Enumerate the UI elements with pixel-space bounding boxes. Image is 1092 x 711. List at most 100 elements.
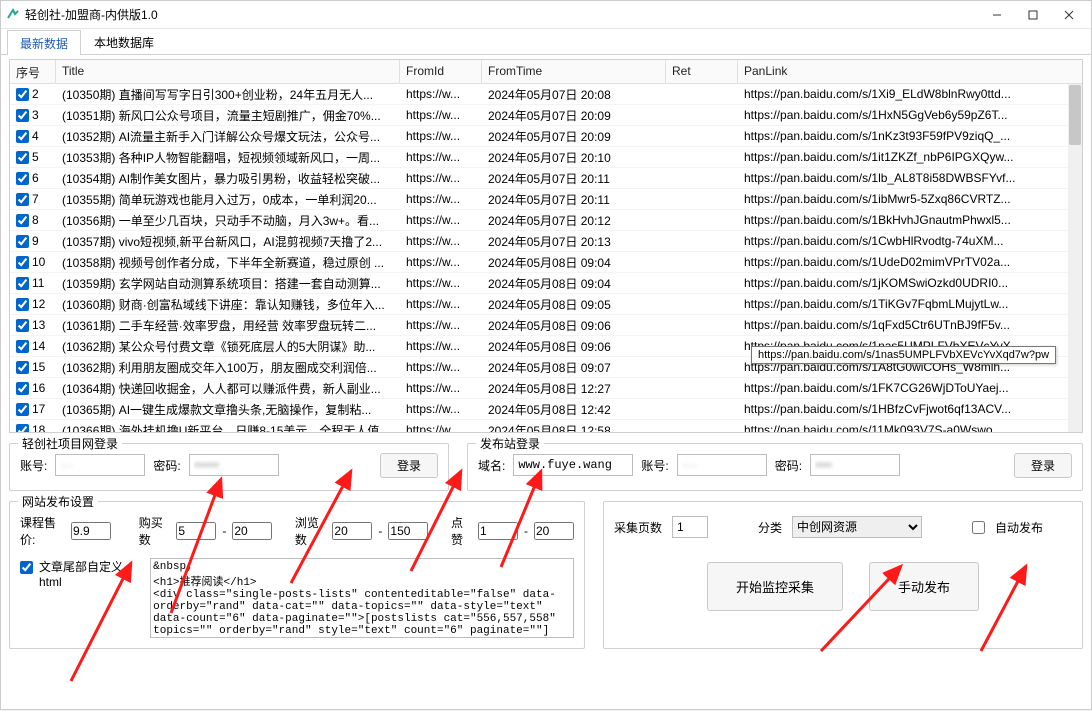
cell-title: (10366期) 海外挂机撸U新平台，日赚8-15美元，全程无人值... [56, 421, 400, 434]
input-password[interactable] [810, 454, 900, 476]
cell-panlink: https://pan.baidu.com/s/1HBfzCvFjwot6qf1… [738, 401, 1082, 417]
cell-fromid: https://w... [400, 296, 482, 312]
cell-fromtime: 2024年05月08日 12:27 [482, 379, 666, 398]
row-index: 7 [32, 192, 39, 206]
start-monitor-button[interactable]: 开始监控采集 [707, 562, 843, 611]
label-buy: 购买数 [139, 514, 171, 548]
maximize-button[interactable] [1015, 2, 1051, 28]
row-index: 12 [32, 297, 45, 311]
app-window: 轻创社-加盟商-内供版1.0 最新数据 本地数据库 序号 Title FromI… [0, 0, 1092, 710]
manual-publish-button[interactable]: 手动发布 [869, 562, 979, 611]
table-row[interactable]: 10(10358期) 视频号创作者分成，下半年全新赛道，稳过原创 ...http… [10, 252, 1082, 273]
row-checkbox[interactable] [16, 235, 29, 248]
input-account[interactable] [55, 454, 145, 476]
row-checkbox[interactable] [16, 256, 29, 269]
input-like-max[interactable] [534, 522, 574, 540]
cell-title: (10354期) AI制作美女图片，暴力吸引男粉，收益轻松突破... [56, 169, 400, 188]
col-ret[interactable]: Ret [666, 60, 738, 83]
table-row[interactable]: 9(10357期) vivo短视频,新平台新风口，AI混剪视频7天撸了2...h… [10, 231, 1082, 252]
table-row[interactable]: 7(10355期) 简单玩游戏也能月入过万，0成本，一单利润20...https… [10, 189, 1082, 210]
checkbox-auto-publish[interactable] [972, 521, 985, 534]
minimize-button[interactable] [979, 2, 1015, 28]
select-category[interactable]: 中创网资源 [792, 516, 922, 538]
label-password: 密码: [775, 457, 802, 474]
row-checkbox[interactable] [16, 340, 29, 353]
row-checkbox[interactable] [16, 214, 29, 227]
cell-fromid: https://w... [400, 359, 482, 375]
cell-title: (10360期) 财商·创富私域线下讲座：靠认知赚钱，多位年入... [56, 295, 400, 314]
row-checkbox[interactable] [16, 172, 29, 185]
row-index: 3 [32, 108, 39, 122]
row-checkbox[interactable] [16, 151, 29, 164]
table-row[interactable]: 6(10354期) AI制作美女图片，暴力吸引男粉，收益轻松突破...https… [10, 168, 1082, 189]
input-view-max[interactable] [388, 522, 428, 540]
table-row[interactable]: 11(10359期) 玄学网站自动测算系统项目：搭建一套自动测算...https… [10, 273, 1082, 294]
table-row[interactable]: 2(10350期) 直播间写写字日引300+创业粉，24年五月无人...http… [10, 84, 1082, 105]
table-row[interactable]: 8(10356期) 一单至少几百块，只动手不动脑，月入3w+。看...https… [10, 210, 1082, 231]
cell-fromtime: 2024年05月08日 09:04 [482, 274, 666, 293]
col-fromid[interactable]: FromId [400, 60, 482, 83]
tab-new-data[interactable]: 最新数据 [7, 30, 81, 55]
table-row[interactable]: 12(10360期) 财商·创富私域线下讲座：靠认知赚钱，多位年入...http… [10, 294, 1082, 315]
group-qcs-login: 轻创社项目网登录 账号: 密码: 登录 [9, 443, 449, 491]
textarea-custom-html[interactable] [150, 558, 574, 638]
table-row[interactable]: 4(10352期) AI流量主新手入门详解公众号爆文玩法，公众号...https… [10, 126, 1082, 147]
login-button[interactable]: 登录 [1014, 453, 1072, 478]
cell-fromtime: 2024年05月07日 20:11 [482, 169, 666, 188]
cell-fromtime: 2024年05月08日 12:42 [482, 400, 666, 419]
col-title[interactable]: Title [56, 60, 400, 83]
cell-ret [666, 177, 738, 179]
cell-ret [666, 408, 738, 410]
table-row[interactable]: 5(10353期) 各种IP人物智能翻唱，短视频领域新风口，一周...https… [10, 147, 1082, 168]
row-checkbox[interactable] [16, 424, 29, 434]
scrollbar-thumb[interactable] [1069, 85, 1081, 145]
titlebar: 轻创社-加盟商-内供版1.0 [1, 1, 1091, 29]
cell-panlink: https://pan.baidu.com/s/1BkHvhJGnautmPhw… [738, 212, 1082, 228]
cell-panlink: https://pan.baidu.com/s/1nKz3t93F59fPV9z… [738, 128, 1082, 144]
cell-panlink: https://pan.baidu.com/s/1HxN5GgVeb6y59pZ… [738, 107, 1082, 123]
table-body: 2(10350期) 直播间写写字日引300+创业粉，24年五月无人...http… [10, 84, 1082, 433]
input-price[interactable] [71, 522, 111, 540]
col-index[interactable]: 序号 [10, 60, 56, 83]
app-logo-icon [5, 7, 21, 23]
input-buy-min[interactable] [176, 522, 216, 540]
input-domain[interactable] [513, 454, 633, 476]
input-password[interactable] [189, 454, 279, 476]
cell-panlink: https://pan.baidu.com/s/1TiKGv7FqbmLMujy… [738, 296, 1082, 312]
input-pages[interactable] [672, 516, 708, 538]
login-button[interactable]: 登录 [380, 453, 438, 478]
table-row[interactable]: 3(10351期) 新风口公众号项目，流量主短剧推广，佣金70%...https… [10, 105, 1082, 126]
row-index: 16 [32, 381, 45, 395]
table-row[interactable]: 16(10364期) 快递回收掘金，人人都可以赚派件费，新人副业...https… [10, 378, 1082, 399]
close-button[interactable] [1051, 2, 1087, 28]
cell-fromid: https://w... [400, 380, 482, 396]
table-row[interactable]: 18(10366期) 海外挂机撸U新平台，日赚8-15美元，全程无人值...ht… [10, 420, 1082, 433]
row-checkbox[interactable] [16, 361, 29, 374]
cell-panlink: https://pan.baidu.com/s/1UdeD02mimVPrTV0… [738, 254, 1082, 270]
table-row[interactable]: 17(10365期) AI一键生成爆款文章撸头条,无脑操作，复制粘...http… [10, 399, 1082, 420]
row-checkbox[interactable] [16, 277, 29, 290]
group-title: 网站发布设置 [18, 493, 98, 510]
col-panlink[interactable]: PanLink [738, 60, 1082, 83]
row-checkbox[interactable] [16, 193, 29, 206]
tab-local-db[interactable]: 本地数据库 [81, 29, 167, 54]
row-checkbox[interactable] [16, 382, 29, 395]
cell-title: (10353期) 各种IP人物智能翻唱，短视频领域新风口，一周... [56, 148, 400, 167]
row-checkbox[interactable] [16, 109, 29, 122]
cell-title: (10352期) AI流量主新手入门详解公众号爆文玩法，公众号... [56, 127, 400, 146]
row-checkbox[interactable] [16, 88, 29, 101]
table-row[interactable]: 13(10361期) 二手车经营·效率罗盘，用经营 效率罗盘玩转二...http… [10, 315, 1082, 336]
checkbox-custom-html[interactable] [20, 561, 33, 574]
group-publish-settings: 网站发布设置 课程售价: 购买数 - 浏览数 - 点赞 [9, 501, 585, 649]
cell-fromtime: 2024年05月08日 09:06 [482, 337, 666, 356]
row-checkbox[interactable] [16, 130, 29, 143]
row-checkbox[interactable] [16, 298, 29, 311]
row-checkbox[interactable] [16, 319, 29, 332]
input-account[interactable] [677, 454, 767, 476]
input-buy-max[interactable] [232, 522, 272, 540]
input-like-min[interactable] [478, 522, 518, 540]
cell-fromtime: 2024年05月07日 20:09 [482, 127, 666, 146]
row-checkbox[interactable] [16, 403, 29, 416]
input-view-min[interactable] [332, 522, 372, 540]
col-fromtime[interactable]: FromTime [482, 60, 666, 83]
